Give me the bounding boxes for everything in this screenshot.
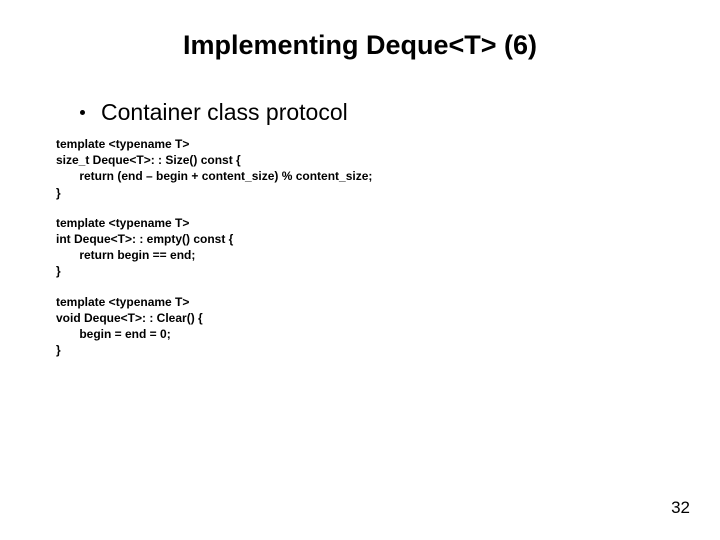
slide-title: Implementing Deque<T> (6) — [56, 30, 664, 61]
code-line: return begin == end; — [56, 247, 664, 263]
slide: Implementing Deque<T> (6) Container clas… — [0, 0, 720, 540]
code-line: } — [56, 342, 664, 358]
code-line: return (end – begin + content_size) % co… — [56, 168, 664, 184]
code-line: template <typename T> — [56, 136, 664, 152]
code-line: } — [56, 263, 664, 279]
code-block-size: template <typename T> size_t Deque<T>: :… — [56, 136, 664, 201]
code-line: int Deque<T>: : empty() const { — [56, 231, 664, 247]
code-line: template <typename T> — [56, 215, 664, 231]
code-line: void Deque<T>: : Clear() { — [56, 310, 664, 326]
bullet-item: Container class protocol — [80, 99, 664, 126]
bullet-dot-icon — [80, 110, 85, 115]
code-block-clear: template <typename T> void Deque<T>: : C… — [56, 294, 664, 359]
code-line: size_t Deque<T>: : Size() const { — [56, 152, 664, 168]
page-number: 32 — [671, 498, 690, 518]
bullet-text: Container class protocol — [101, 99, 348, 126]
code-block-empty: template <typename T> int Deque<T>: : em… — [56, 215, 664, 280]
code-line: } — [56, 185, 664, 201]
code-line: template <typename T> — [56, 294, 664, 310]
code-line: begin = end = 0; — [56, 326, 664, 342]
